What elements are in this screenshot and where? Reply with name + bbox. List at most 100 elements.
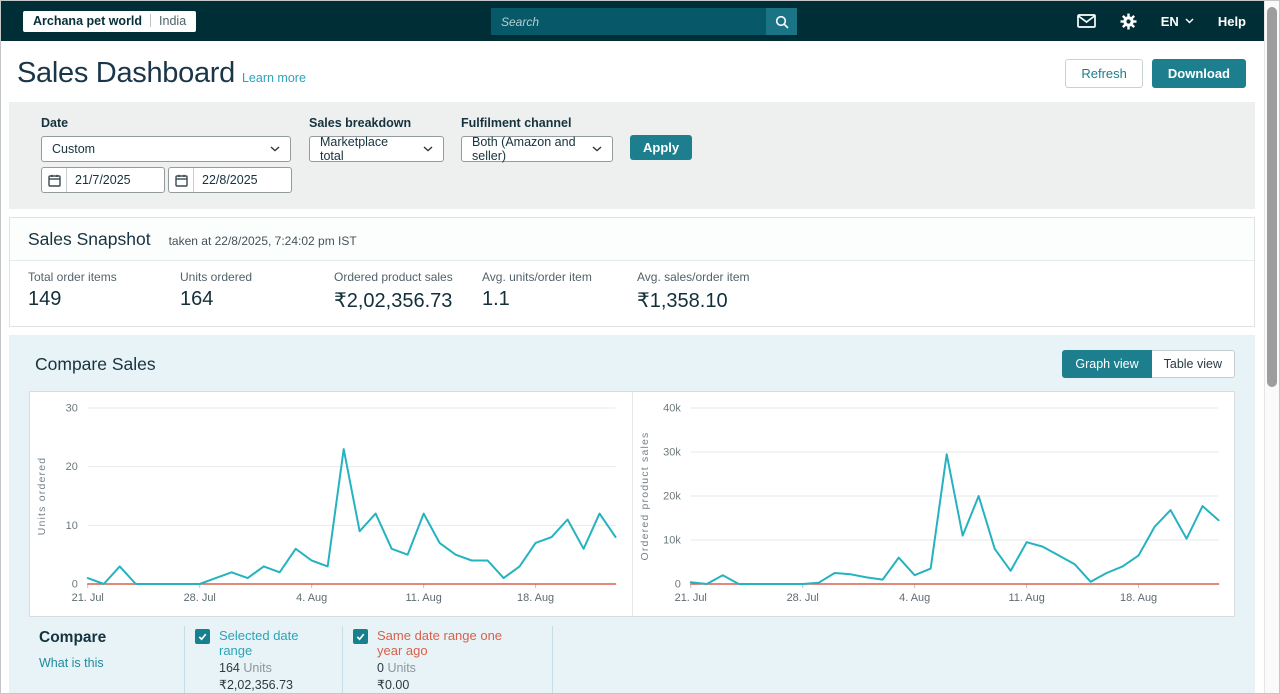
search-icon xyxy=(775,15,789,29)
ordered-product-sales-chart: 0 10k 20k 30k 40k Ordered product sales 21. Ju… xyxy=(633,392,1235,614)
page-actions: Refresh Download xyxy=(1065,59,1246,88)
settings-gear-icon[interactable] xyxy=(1120,13,1137,30)
svg-text:18. Aug: 18. Aug xyxy=(1120,592,1157,604)
svg-text:0: 0 xyxy=(674,578,680,590)
table-view-button[interactable]: Table view xyxy=(1152,350,1235,378)
learn-more-link[interactable]: Learn more xyxy=(242,71,306,85)
apply-button[interactable]: Apply xyxy=(630,135,692,160)
svg-text:11. Aug: 11. Aug xyxy=(405,592,441,604)
messages-icon[interactable] xyxy=(1077,14,1096,28)
check-icon xyxy=(197,631,208,642)
svg-text:10: 10 xyxy=(66,520,78,532)
svg-text:Ordered product sales: Ordered product sales xyxy=(639,431,650,560)
page-content: Archana pet world India xyxy=(1,1,1264,693)
stat-units-ordered: Units ordered 164 xyxy=(180,270,334,313)
ordered-product-sales-chart-panel: 0 10k 20k 30k 40k Ordered product sales 21. Ju… xyxy=(632,392,1235,616)
scrollbar-thumb[interactable] xyxy=(1267,7,1277,387)
date-range-select[interactable]: Custom xyxy=(41,136,291,162)
help-link[interactable]: Help xyxy=(1218,14,1246,29)
page-scrollbar[interactable] xyxy=(1264,1,1279,693)
filter-bar: Date Custom 21/7/2025 22/8/2025 xyxy=(9,102,1255,209)
svg-text:4. Aug: 4. Aug xyxy=(899,592,930,604)
breakdown-filter-label: Sales breakdown xyxy=(309,116,444,130)
check-icon xyxy=(355,631,366,642)
page-title: Sales Dashboard xyxy=(17,57,235,90)
stat-avg-sales-per-order: Avg. sales/order item ₹1,358.10 xyxy=(637,270,750,313)
legend-label: Same date range one year ago xyxy=(377,628,505,658)
date-filter-label: Date xyxy=(41,116,292,130)
svg-text:20k: 20k xyxy=(663,490,681,502)
channel-filter-label: Fulfilment channel xyxy=(461,116,613,130)
svg-text:18. Aug: 18. Aug xyxy=(517,592,554,604)
what-is-this-link[interactable]: What is this xyxy=(39,656,104,670)
refresh-button[interactable]: Refresh xyxy=(1065,59,1143,88)
account-name: Archana pet world xyxy=(33,14,142,28)
svg-text:11. Aug: 11. Aug xyxy=(1008,592,1044,604)
custom-date-inputs: 21/7/2025 22/8/2025 xyxy=(41,167,292,193)
start-date-input[interactable]: 21/7/2025 xyxy=(41,167,165,193)
units-ordered-chart-panel: 0 10 20 30 Units ordered 21. Jul 28. Jul 4. Aug… xyxy=(30,392,632,616)
compare-sales-section: Compare Sales Graph view Table view 0 10 2… xyxy=(9,335,1255,693)
chevron-down-icon xyxy=(423,146,433,152)
svg-text:10k: 10k xyxy=(663,534,681,546)
divider xyxy=(150,14,151,27)
date-filter-group: Date Custom 21/7/2025 22/8/2025 xyxy=(41,116,292,193)
chevron-down-icon xyxy=(270,146,280,152)
compare-legend-row: Compare What is this Selected date range… xyxy=(9,626,1255,693)
snapshot-title: Sales Snapshot xyxy=(28,229,151,250)
account-switcher[interactable]: Archana pet world India xyxy=(23,11,196,32)
language-selector[interactable]: EN xyxy=(1161,14,1194,29)
units-ordered-chart: 0 10 20 30 Units ordered 21. Jul 28. Jul 4. Aug… xyxy=(30,392,632,614)
svg-text:21. Jul: 21. Jul xyxy=(72,592,104,604)
sales-snapshot-section: Sales Snapshot taken at 22/8/2025, 7:24:… xyxy=(9,217,1255,327)
global-search xyxy=(491,8,797,35)
selected-range-checkbox[interactable] xyxy=(195,629,210,644)
language-label: EN xyxy=(1161,14,1179,29)
calendar-icon[interactable] xyxy=(42,168,67,192)
snapshot-stats-row: Total order items 149 Units ordered 164 … xyxy=(10,261,1254,326)
view-toggle: Graph view Table view xyxy=(1062,350,1235,378)
divider xyxy=(552,626,553,693)
stat-total-order-items: Total order items 149 xyxy=(28,270,180,313)
stat-ordered-product-sales: Ordered product sales ₹2,02,356.73 xyxy=(334,270,482,313)
legend-item-year-ago: Same date range one year ago 0 Units ₹0.… xyxy=(343,626,552,693)
breakdown-filter-group: Sales breakdown Marketplace total xyxy=(309,116,444,162)
end-date-input[interactable]: 22/8/2025 xyxy=(168,167,292,193)
channel-filter-group: Fulfilment channel Both (Amazon and sell… xyxy=(461,116,613,162)
svg-text:40k: 40k xyxy=(663,402,681,414)
compare-legend-intro: Compare What is this xyxy=(39,626,184,693)
svg-text:28. Jul: 28. Jul xyxy=(184,592,216,604)
stat-avg-units-per-order: Avg. units/order item 1.1 xyxy=(482,270,637,313)
top-navigation-bar: Archana pet world India xyxy=(1,1,1264,41)
nav-utilities: EN Help xyxy=(1077,13,1246,30)
chevron-down-icon xyxy=(1185,18,1194,24)
svg-text:20: 20 xyxy=(66,461,78,473)
svg-text:30k: 30k xyxy=(663,446,681,458)
sales-snapshot-header: Sales Snapshot taken at 22/8/2025, 7:24:… xyxy=(10,218,1254,261)
svg-text:30: 30 xyxy=(66,402,78,414)
chevron-down-icon xyxy=(592,146,602,152)
compare-label: Compare xyxy=(39,626,184,647)
fulfilment-channel-select[interactable]: Both (Amazon and seller) xyxy=(461,136,613,162)
charts-card: 0 10 20 30 Units ordered 21. Jul 28. Jul 4. Aug… xyxy=(29,391,1235,617)
calendar-icon[interactable] xyxy=(169,168,194,192)
legend-item-selected-range: Selected date range 164 Units ₹2,02,356.… xyxy=(185,626,342,693)
page-header: Sales Dashboard Learn more Refresh Downl… xyxy=(1,41,1264,100)
snapshot-timestamp: taken at 22/8/2025, 7:24:02 pm IST xyxy=(169,234,357,248)
svg-text:28. Jul: 28. Jul xyxy=(786,592,818,604)
download-button[interactable]: Download xyxy=(1152,59,1246,88)
svg-text:0: 0 xyxy=(72,578,78,590)
compare-sales-header: Compare Sales Graph view Table view xyxy=(9,335,1255,378)
browser-window: Archana pet world India xyxy=(0,0,1280,694)
sales-breakdown-select[interactable]: Marketplace total xyxy=(309,136,444,162)
compare-sales-title: Compare Sales xyxy=(35,354,156,375)
svg-text:21. Jul: 21. Jul xyxy=(674,592,706,604)
search-input[interactable] xyxy=(491,8,766,35)
svg-text:4. Aug: 4. Aug xyxy=(296,592,327,604)
svg-text:Units ordered: Units ordered xyxy=(37,457,48,536)
search-button[interactable] xyxy=(766,8,797,35)
year-ago-checkbox[interactable] xyxy=(353,629,368,644)
marketplace-name: India xyxy=(159,14,186,28)
legend-label: Selected date range xyxy=(219,628,326,658)
graph-view-button[interactable]: Graph view xyxy=(1062,350,1151,378)
